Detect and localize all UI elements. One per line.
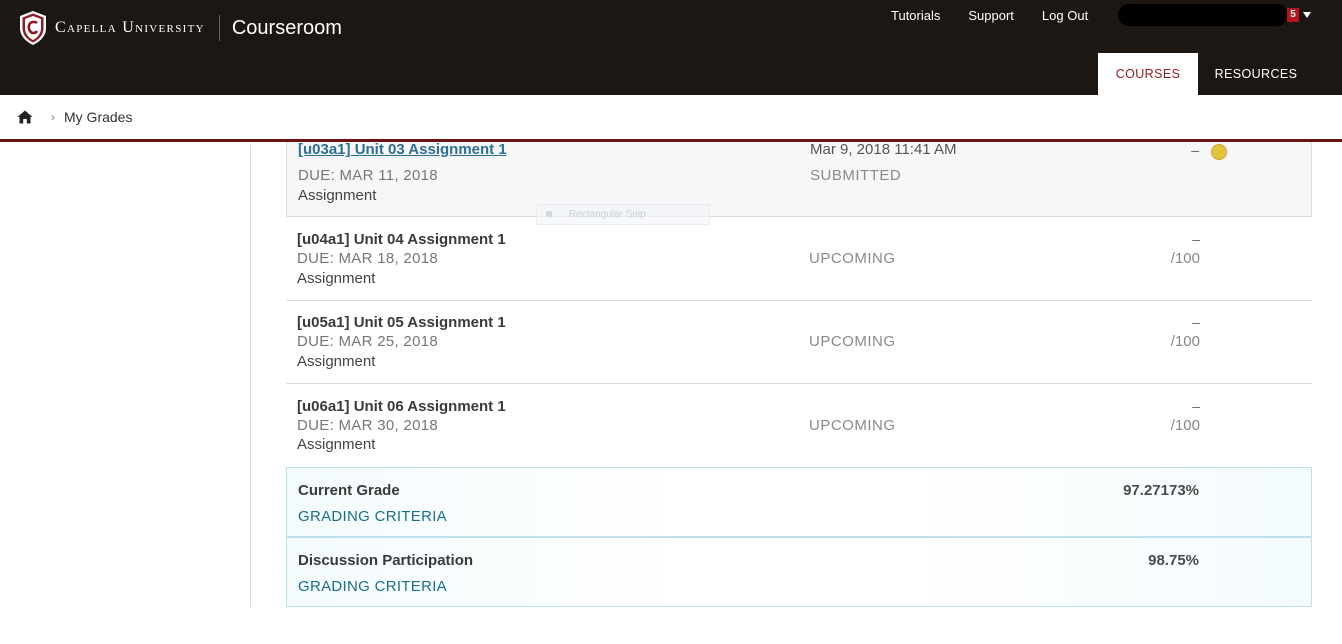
assignment-score: – bbox=[1191, 142, 1199, 158]
assignment-due-date: DUE: MAR 25, 2018 bbox=[297, 333, 438, 350]
assignment-points-possible: /100 bbox=[1170, 333, 1200, 350]
home-icon[interactable] bbox=[17, 110, 33, 124]
grade-value: 97.27173% bbox=[1123, 482, 1199, 499]
grading-criteria-link[interactable]: GRADING CRITERIA bbox=[298, 508, 447, 525]
breadcrumb-current: My Grades bbox=[64, 109, 133, 125]
assignment-row-u04a1: [u04a1] Unit 04 Assignment 1 DUE: MAR 18… bbox=[286, 217, 1312, 301]
assignment-status: UPCOMING bbox=[809, 250, 896, 267]
main-nav-tabs: COURSES RESOURCES bbox=[1098, 53, 1314, 95]
assignment-title-link[interactable]: [u03a1] Unit 03 Assignment 1 bbox=[298, 141, 507, 158]
grade-label: Current Grade bbox=[298, 482, 400, 499]
assignment-status: UPCOMING bbox=[809, 333, 896, 350]
assignment-score: – bbox=[1192, 398, 1200, 414]
shield-icon bbox=[20, 11, 46, 45]
grade-status-icon[interactable] bbox=[1211, 144, 1227, 160]
support-link[interactable]: Support bbox=[968, 8, 1014, 24]
brand-divider bbox=[218, 15, 220, 41]
university-logo[interactable]: Capella University Courseroom bbox=[18, 10, 342, 46]
logout-link[interactable]: Log Out bbox=[1042, 8, 1088, 24]
discussion-participation-box: Discussion Participation GRADING CRITERI… bbox=[286, 537, 1312, 607]
assignment-title[interactable]: [u04a1] Unit 04 Assignment 1 bbox=[297, 231, 506, 248]
assignment-type: Assignment bbox=[297, 436, 376, 453]
brand-name: Capella University bbox=[55, 19, 205, 36]
notification-badge[interactable]: 5 bbox=[1287, 8, 1299, 22]
assignment-row-u05a1: [u05a1] Unit 05 Assignment 1 DUE: MAR 25… bbox=[286, 301, 1312, 384]
app-name: Courseroom bbox=[231, 16, 342, 39]
assignment-score: – bbox=[1192, 231, 1200, 247]
utility-links: Tutorials Support Log Out bbox=[891, 8, 1116, 24]
user-menu-redacted[interactable] bbox=[1118, 4, 1288, 26]
breadcrumb-separator-icon: › bbox=[51, 110, 55, 124]
chevron-down-icon[interactable] bbox=[1303, 12, 1311, 18]
sidebar-divider bbox=[250, 145, 251, 607]
assignment-type: Assignment bbox=[297, 353, 376, 370]
assignment-due-date: DUE: MAR 30, 2018 bbox=[297, 417, 438, 434]
tab-resources[interactable]: RESOURCES bbox=[1198, 53, 1314, 95]
assignment-type: Assignment bbox=[297, 270, 376, 287]
assignment-points-possible: /100 bbox=[1170, 417, 1200, 434]
submission-timestamp: Mar 9, 2018 11:41 AM bbox=[810, 141, 957, 158]
snip-label: Rectangular Snip bbox=[569, 209, 646, 220]
assignment-score: – bbox=[1192, 314, 1200, 330]
grading-criteria-link[interactable]: GRADING CRITERIA bbox=[298, 578, 447, 595]
assignment-type: Assignment bbox=[298, 187, 377, 204]
assignment-title[interactable]: [u06a1] Unit 06 Assignment 1 bbox=[297, 398, 506, 415]
assignment-status: UPCOMING bbox=[809, 417, 896, 434]
grade-label: Discussion Participation bbox=[298, 552, 474, 569]
assignment-due-date: DUE: MAR 18, 2018 bbox=[297, 250, 438, 267]
assignment-points-possible: /100 bbox=[1170, 250, 1200, 267]
assignment-row-u06a1: [u06a1] Unit 06 Assignment 1 DUE: MAR 30… bbox=[286, 384, 1312, 468]
assignment-title[interactable]: [u05a1] Unit 05 Assignment 1 bbox=[297, 314, 506, 331]
assignment-status: SUBMITTED bbox=[810, 167, 902, 184]
top-header: Capella University Courseroom Tutorials … bbox=[0, 0, 1342, 95]
tutorials-link[interactable]: Tutorials bbox=[891, 8, 940, 24]
snipping-tool-overlay: Rectangular Snip bbox=[536, 204, 710, 225]
grade-value: 98.75% bbox=[1148, 552, 1199, 569]
assignment-due-date: DUE: MAR 11, 2018 bbox=[298, 167, 438, 184]
current-grade-box: Current Grade GRADING CRITERIA 97.27173% bbox=[286, 467, 1312, 537]
snip-icon bbox=[546, 211, 552, 217]
tab-courses[interactable]: COURSES bbox=[1098, 53, 1198, 95]
assignment-row-u03a1: [u03a1] Unit 03 Assignment 1 DUE: MAR 11… bbox=[286, 131, 1312, 217]
breadcrumb: › My Grades bbox=[0, 95, 1342, 142]
